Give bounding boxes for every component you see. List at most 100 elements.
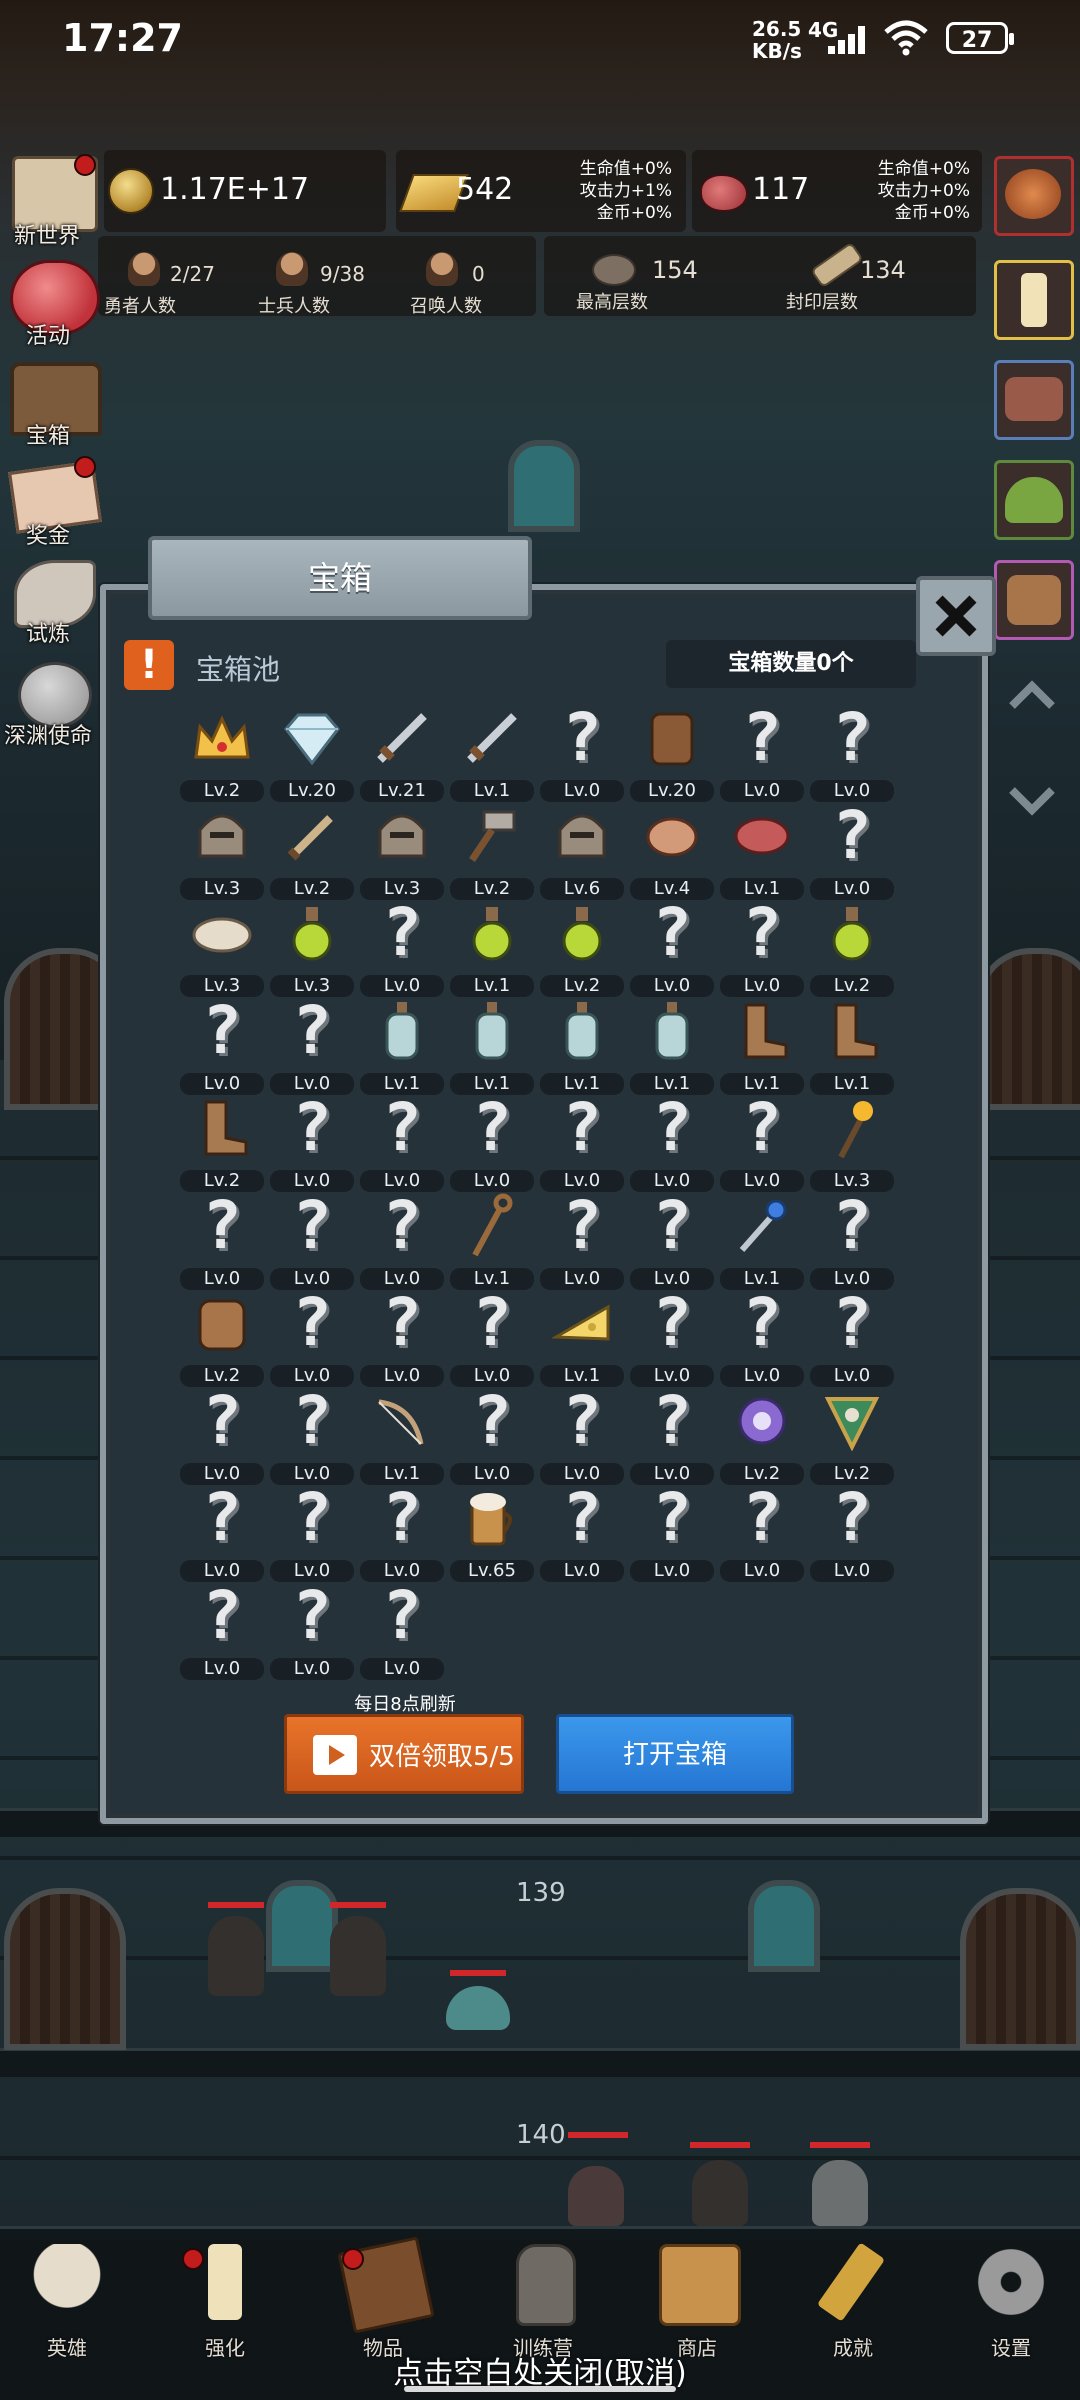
item-slot[interactable]: Lv.1 — [450, 704, 534, 802]
item-slot[interactable]: ? Lv.0 — [540, 704, 624, 802]
chevron-down-icon[interactable] — [1008, 786, 1056, 816]
item-slot[interactable]: Lv.2 — [270, 802, 354, 900]
item-slot[interactable]: ? Lv.0 — [810, 704, 894, 802]
right-bag-item[interactable] — [994, 560, 1074, 640]
item-slot[interactable]: ? Lv.0 — [810, 802, 894, 900]
item-slot[interactable]: Lv.3 — [360, 802, 444, 900]
side-trial[interactable]: 试炼 — [4, 552, 100, 648]
item-slot[interactable]: Lv.3 — [180, 899, 264, 997]
item-slot[interactable]: ? Lv.0 — [450, 1289, 534, 1387]
item-slot[interactable]: Lv.20 — [270, 704, 354, 802]
item-slot[interactable]: ? Lv.0 — [810, 1289, 894, 1387]
home-indicator[interactable] — [404, 2386, 676, 2392]
item-slot[interactable]: Lv.1 — [540, 1289, 624, 1387]
item-slot[interactable]: ? Lv.0 — [360, 1484, 444, 1582]
item-slot[interactable]: Lv.2 — [540, 899, 624, 997]
item-slot[interactable]: Lv.2 — [810, 899, 894, 997]
item-slot[interactable]: ? Lv.0 — [720, 1094, 804, 1192]
item-slot[interactable]: ? Lv.0 — [630, 1387, 714, 1485]
nav-shop[interactable]: 商店 — [642, 2244, 752, 2360]
item-slot[interactable]: ? Lv.0 — [540, 1192, 624, 1290]
side-treasure[interactable]: 宝箱 — [4, 352, 102, 449]
item-slot[interactable]: Lv.1 — [720, 802, 804, 900]
right-candle-item[interactable] — [994, 260, 1074, 340]
item-slot[interactable]: ? Lv.0 — [450, 1387, 534, 1485]
item-slot[interactable]: Lv.65 — [450, 1484, 534, 1582]
item-slot[interactable]: ? Lv.0 — [630, 1192, 714, 1290]
side-bonus[interactable]: 奖金 — [4, 450, 102, 549]
item-slot[interactable]: Lv.3 — [810, 1094, 894, 1192]
item-slot[interactable]: Lv.2 — [180, 1094, 264, 1192]
item-slot[interactable]: ? Lv.0 — [180, 1582, 264, 1680]
nav-settings[interactable]: 设置 — [956, 2244, 1066, 2360]
item-slot[interactable]: ? Lv.0 — [360, 899, 444, 997]
item-slot[interactable]: ? Lv.0 — [270, 1582, 354, 1680]
notification-dot — [182, 2248, 204, 2270]
item-slot[interactable]: ? Lv.0 — [720, 899, 804, 997]
side-abyss-mission[interactable]: 深渊使命 — [4, 652, 100, 749]
nav-items[interactable]: 物品 — [328, 2236, 438, 2360]
item-slot[interactable]: ? Lv.0 — [720, 704, 804, 802]
item-slot[interactable]: ? Lv.0 — [630, 899, 714, 997]
item-slot[interactable]: ? Lv.0 — [630, 1094, 714, 1192]
item-slot[interactable]: Lv.1 — [450, 899, 534, 997]
side-activity[interactable]: 活动 — [4, 250, 100, 349]
item-slot[interactable]: ? Lv.0 — [810, 1484, 894, 1582]
item-slot[interactable]: Lv.1 — [720, 997, 804, 1095]
item-slot[interactable]: ? Lv.0 — [180, 1387, 264, 1485]
item-slot[interactable]: Lv.1 — [360, 1387, 444, 1485]
item-slot[interactable]: Lv.2 — [180, 704, 264, 802]
item-slot[interactable]: Lv.20 — [630, 704, 714, 802]
close-button[interactable] — [916, 576, 996, 656]
item-slot[interactable]: Lv.1 — [540, 997, 624, 1095]
right-slime-item[interactable] — [994, 460, 1074, 540]
item-slot[interactable]: Lv.1 — [450, 1192, 534, 1290]
nav-upgrade[interactable]: 强化 — [170, 2244, 280, 2360]
item-slot[interactable]: ? Lv.0 — [720, 1289, 804, 1387]
item-slot[interactable]: Lv.1 — [720, 1192, 804, 1290]
item-slot[interactable]: Lv.3 — [180, 802, 264, 900]
item-slot[interactable]: Lv.4 — [630, 802, 714, 900]
nav-heroes[interactable]: 英雄 — [12, 2244, 122, 2360]
item-slot[interactable]: Lv.2 — [810, 1387, 894, 1485]
item-slot[interactable]: ? Lv.0 — [270, 1484, 354, 1582]
item-slot[interactable]: ? Lv.0 — [180, 1484, 264, 1582]
right-scroll-item[interactable] — [994, 360, 1074, 440]
item-slot[interactable]: ? Lv.0 — [360, 1582, 444, 1680]
item-slot[interactable]: ? Lv.0 — [540, 1387, 624, 1485]
item-slot[interactable]: ? Lv.0 — [630, 1484, 714, 1582]
item-slot[interactable]: ? Lv.0 — [270, 1192, 354, 1290]
nav-training[interactable]: 训练营 — [488, 2244, 598, 2360]
item-slot[interactable]: Lv.3 — [270, 899, 354, 997]
item-slot[interactable]: ? Lv.0 — [270, 1289, 354, 1387]
open-chest-button[interactable]: 打开宝箱 — [556, 1714, 794, 1794]
item-slot[interactable]: ? Lv.0 — [180, 1192, 264, 1290]
item-slot[interactable]: Lv.2 — [450, 802, 534, 900]
item-slot[interactable]: ? Lv.0 — [360, 1192, 444, 1290]
item-slot[interactable]: ? Lv.0 — [360, 1094, 444, 1192]
item-slot[interactable]: ? Lv.0 — [450, 1094, 534, 1192]
item-slot[interactable]: Lv.1 — [810, 997, 894, 1095]
item-slot[interactable]: Lv.2 — [180, 1289, 264, 1387]
item-slot[interactable]: ? Lv.0 — [540, 1094, 624, 1192]
double-claim-button[interactable]: 双倍领取5/5 — [284, 1714, 524, 1794]
item-slot[interactable]: ? Lv.0 — [270, 1094, 354, 1192]
item-slot[interactable]: ? Lv.0 — [270, 1387, 354, 1485]
item-slot[interactable]: Lv.1 — [450, 997, 534, 1095]
right-onion-item[interactable] — [994, 156, 1074, 236]
chevron-up-icon[interactable] — [1008, 680, 1056, 710]
item-slot[interactable]: Lv.6 — [540, 802, 624, 900]
item-slot[interactable]: Lv.1 — [360, 997, 444, 1095]
nav-achievements[interactable]: 成就 — [798, 2242, 908, 2360]
item-slot[interactable]: ? Lv.0 — [630, 1289, 714, 1387]
item-slot[interactable]: ? Lv.0 — [540, 1484, 624, 1582]
item-slot[interactable]: Lv.2 — [720, 1387, 804, 1485]
item-slot[interactable]: ? Lv.0 — [180, 997, 264, 1095]
item-slot[interactable]: ? Lv.0 — [810, 1192, 894, 1290]
side-new-world[interactable]: 新世界 — [4, 150, 100, 249]
item-slot[interactable]: ? Lv.0 — [720, 1484, 804, 1582]
item-slot[interactable]: Lv.21 — [360, 704, 444, 802]
item-slot[interactable]: Lv.1 — [630, 997, 714, 1095]
item-slot[interactable]: ? Lv.0 — [270, 997, 354, 1095]
item-slot[interactable]: ? Lv.0 — [360, 1289, 444, 1387]
